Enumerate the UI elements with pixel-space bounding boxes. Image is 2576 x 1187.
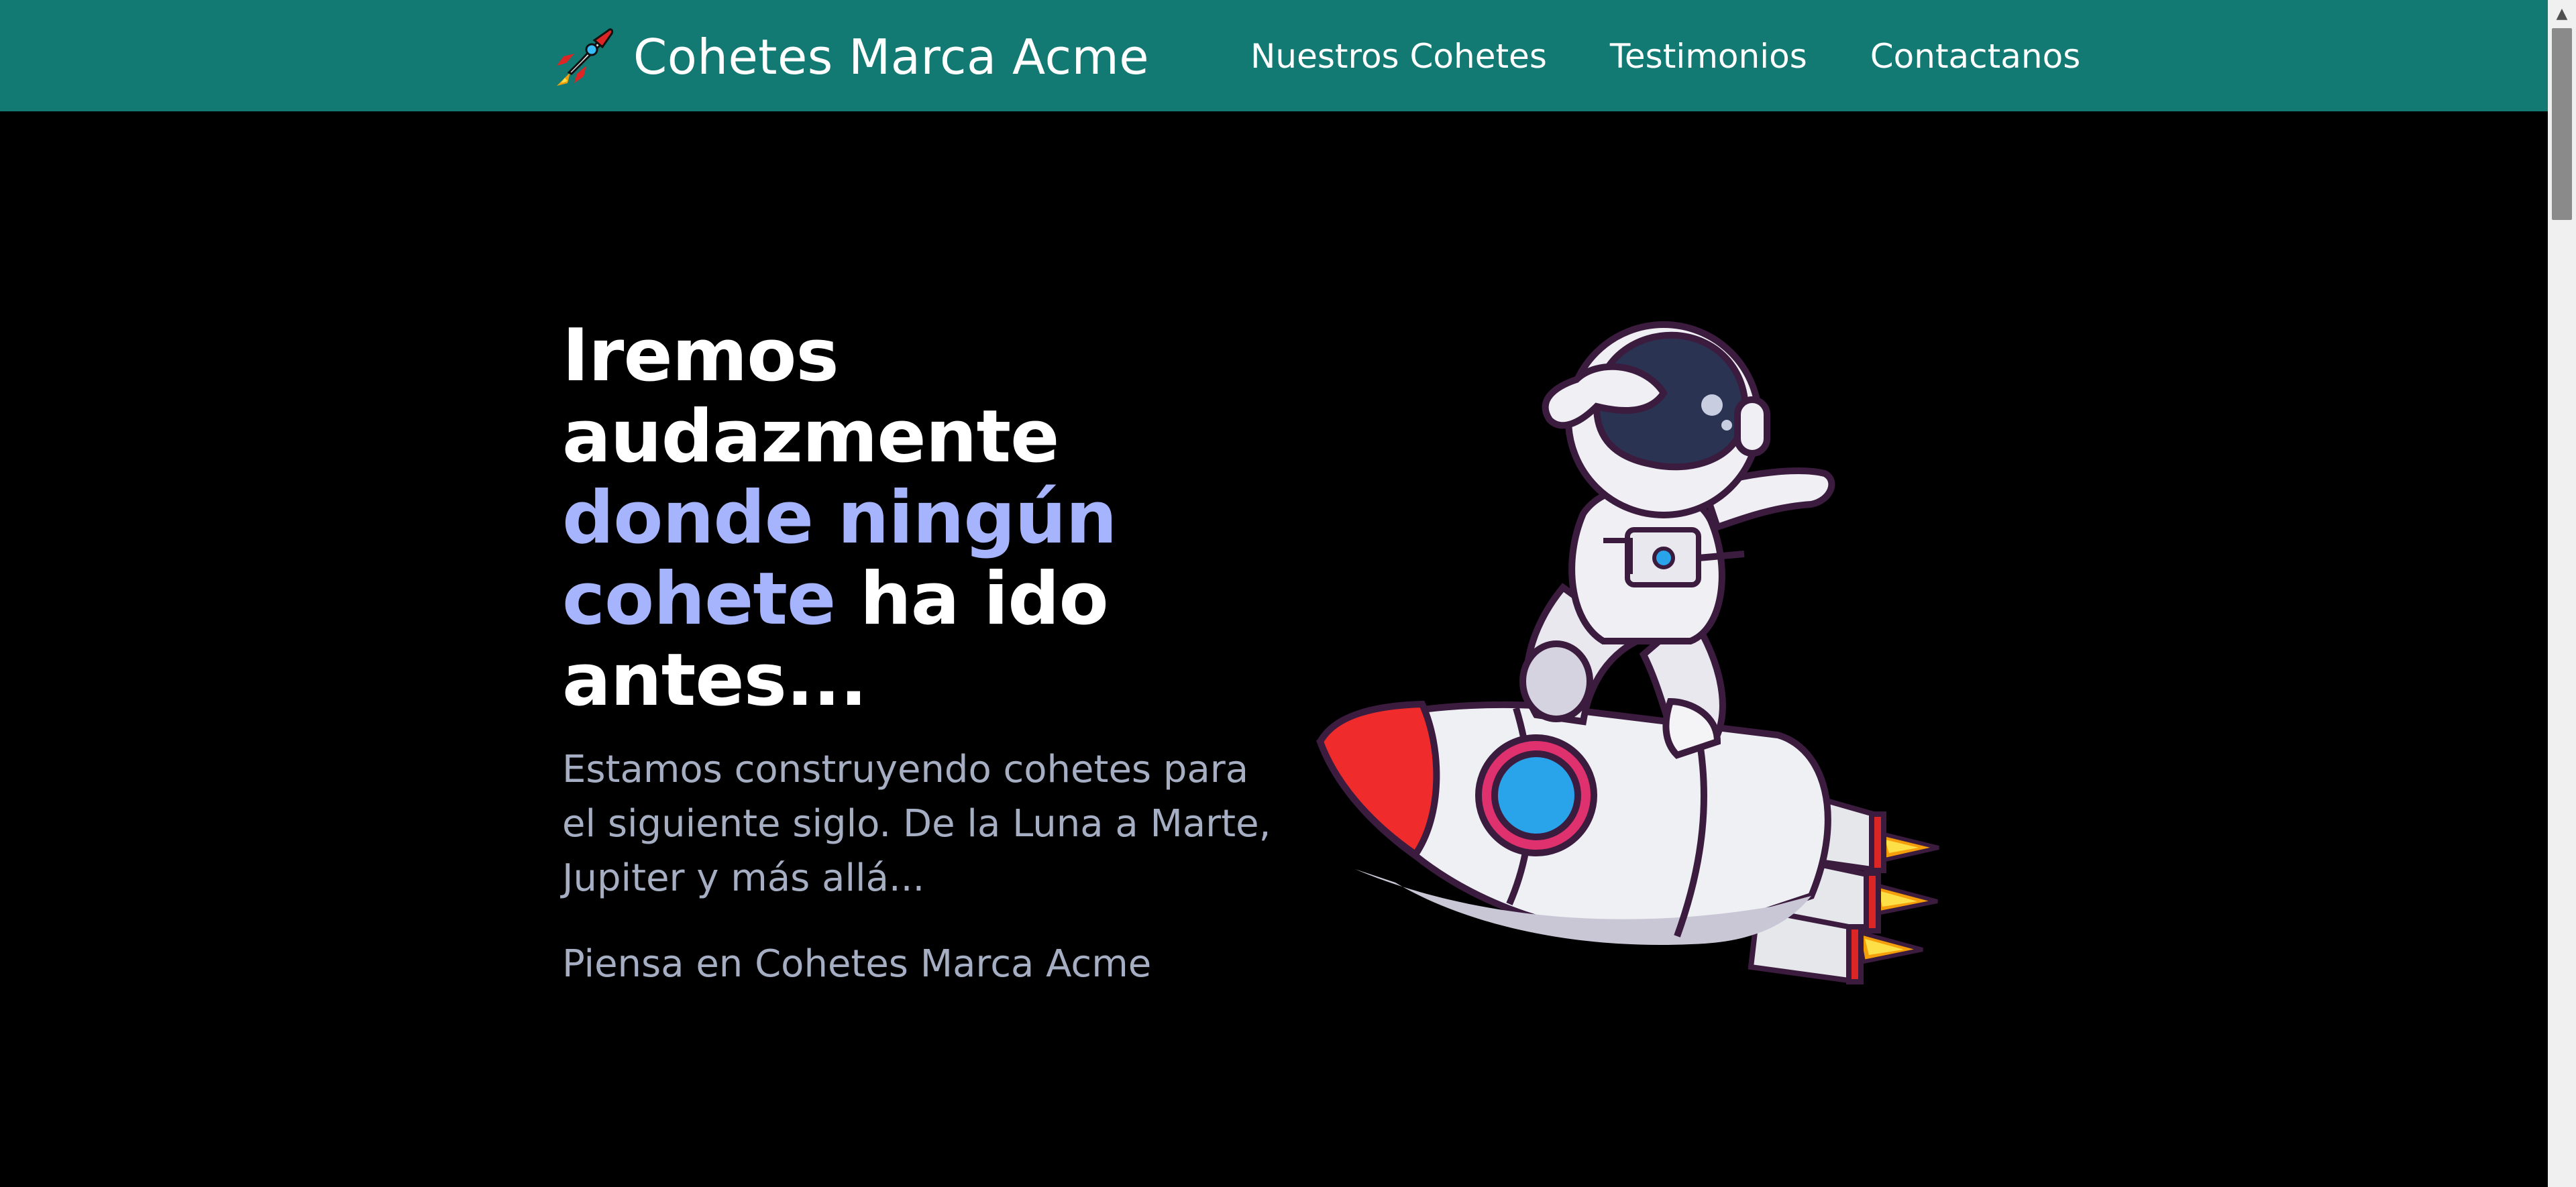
page-scrollbar[interactable]: ▲	[2548, 0, 2576, 1187]
hero-text: Iremos audazmente donde ningún cohete ha…	[562, 315, 1300, 991]
top-navbar: Cohetes Marca Acme Nuestros Cohetes Test…	[0, 0, 2548, 111]
main-nav: Nuestros Cohetes Testimonios Contactanos	[1250, 32, 2080, 80]
hero-headline: Iremos audazmente donde ningún cohete ha…	[562, 315, 1300, 721]
headline-part-1: Iremos audazmente	[562, 314, 1059, 479]
brand-link[interactable]: Cohetes Marca Acme	[554, 25, 1149, 89]
rocket-icon	[554, 25, 614, 89]
page: Cohetes Marca Acme Nuestros Cohetes Test…	[0, 0, 2576, 1187]
nav-link-testimonios[interactable]: Testimonios	[1610, 32, 1807, 80]
brand-title: Cohetes Marca Acme	[633, 29, 1150, 85]
astronaut-on-rocket-illustration	[1315, 306, 1972, 997]
hero-tagline: Piensa en Cohetes Marca Acme	[562, 942, 1152, 986]
nav-link-nuestros-cohetes[interactable]: Nuestros Cohetes	[1250, 32, 1547, 80]
nav-link-contactanos[interactable]: Contactanos	[1870, 32, 2081, 80]
scrollbar-thumb[interactable]	[2552, 28, 2572, 220]
scroll-up-icon[interactable]: ▲	[2548, 0, 2576, 27]
hero-lead-text: Estamos construyendo cohetes para el sig…	[562, 748, 1271, 900]
